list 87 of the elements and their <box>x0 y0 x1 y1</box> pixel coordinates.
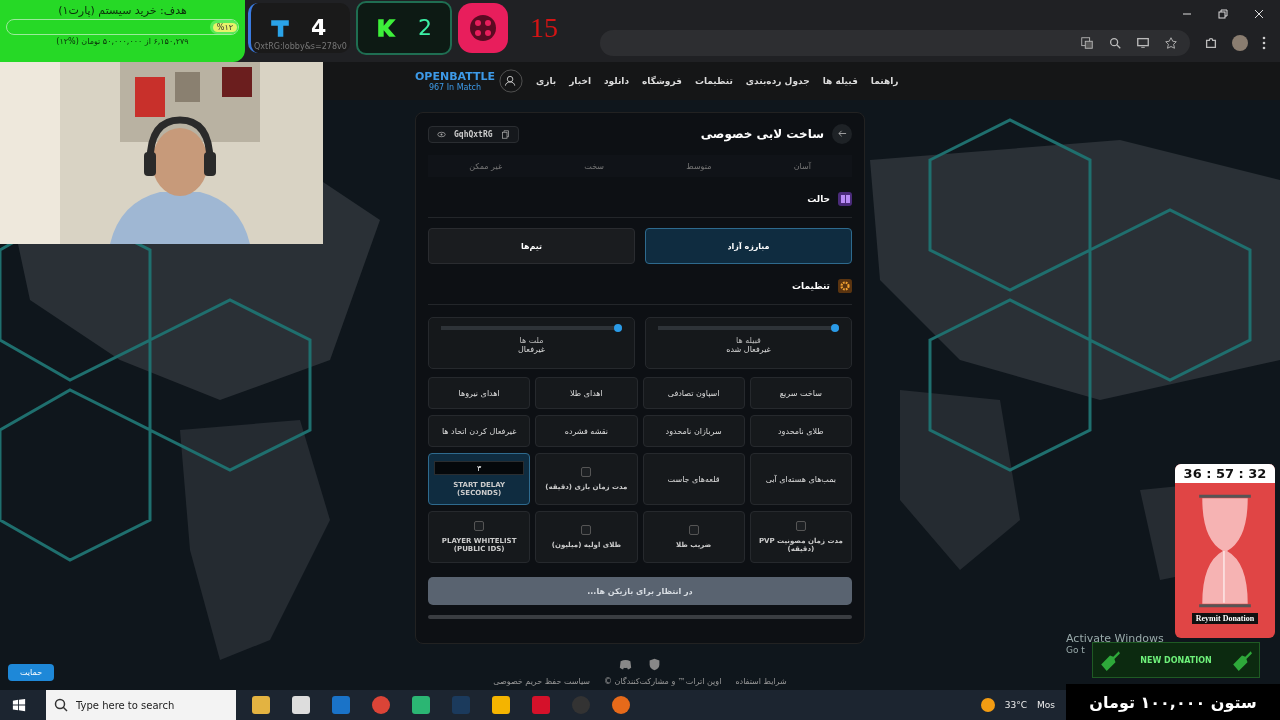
zoom-icon[interactable] <box>1108 36 1122 50</box>
difficulty-option[interactable]: سخت <box>578 155 611 177</box>
gear-icon <box>838 279 852 293</box>
slider-value: غیرفعال شده <box>726 345 771 354</box>
footer-link[interactable]: شرایط استفاده <box>735 677 787 686</box>
option-toggle[interactable]: بمب‌های هسته‌ای آبی <box>749 453 852 505</box>
slider[interactable] <box>441 324 622 332</box>
option-toggle[interactable]: ساخت سریع <box>749 377 852 409</box>
slider-label: ملت ها <box>519 336 544 345</box>
puzzle-icon[interactable] <box>1204 36 1218 50</box>
copy-icon[interactable] <box>500 129 510 139</box>
option-toggle[interactable]: اهدای طلا <box>535 377 638 409</box>
slider-label: قبیله ها <box>736 336 761 345</box>
countdown-time: 36 : 57 : 32 <box>1175 464 1275 483</box>
monitor-icon[interactable] <box>1136 36 1150 50</box>
checkbox[interactable] <box>581 467 592 477</box>
checkbox[interactable] <box>795 521 806 531</box>
in-match-count: 967 In Match <box>428 83 482 92</box>
menu-icon[interactable] <box>1262 36 1266 50</box>
weather-text: Mos <box>1037 700 1055 710</box>
option-toggle[interactable]: قلعه‌های جاست <box>642 453 745 505</box>
back-button[interactable] <box>832 124 852 144</box>
letter-k-icon <box>376 16 398 39</box>
shield-icon[interactable] <box>648 658 661 671</box>
arrow-icon[interactable] <box>837 129 847 138</box>
counter-value: 4 <box>311 15 327 40</box>
timer-caption: Reymit Donation <box>1191 613 1259 624</box>
counter-value: 15 <box>530 11 558 44</box>
support-button[interactable]: حمایت <box>8 664 55 681</box>
nav-link[interactable]: راهنما <box>870 76 899 86</box>
temperature: 33°C <box>1004 700 1028 710</box>
mode-tab[interactable]: مبارزه آزاد <box>645 228 852 264</box>
scrollbar[interactable] <box>428 615 852 619</box>
nav-link[interactable]: بازی <box>535 76 557 86</box>
activation-notice: Go t <box>1066 645 1086 655</box>
dialog-title: ساخت لابی خصوصی <box>700 127 824 141</box>
checkbox[interactable] <box>474 521 485 531</box>
section-title: حالت <box>807 194 830 204</box>
url-fragment: QxtRG:lobby&s=278v0 <box>254 41 347 51</box>
star-icon[interactable] <box>1164 36 1178 50</box>
discord-icon[interactable] <box>619 658 632 671</box>
eye-icon[interactable] <box>437 129 446 139</box>
nav-link[interactable]: اخبار <box>569 76 591 86</box>
nav-link[interactable]: فروشگاه <box>642 76 682 86</box>
goal-amount: ۶,۱۵۰,۲۷۹ از ۵۰,۰۰۰,۰۰۰ تومان (%۱۲) <box>56 37 189 46</box>
windows-icon[interactable] <box>12 698 26 712</box>
mode-tab[interactable]: تیم‌ها <box>428 228 635 264</box>
option-toggle[interactable]: نقشه فشرده <box>535 415 638 447</box>
dice-icon <box>458 2 508 53</box>
waiting-button[interactable]: در انتظار برای بازیکن ها... <box>428 577 852 605</box>
user-icon[interactable] <box>498 69 523 93</box>
nav-link[interactable]: جدول رده‌بندی <box>745 76 810 86</box>
activation-notice: Activate Windows <box>1066 632 1164 645</box>
checkbox[interactable] <box>581 525 592 535</box>
goal-title: هدف: خرید سیستم (پارت۱) <box>58 4 187 17</box>
counter-value: 2 <box>418 15 432 40</box>
lobby-code-button[interactable]: GqhQxtRG <box>428 125 519 143</box>
nav-link[interactable]: قبیله ها <box>822 76 858 86</box>
goal-percent: %۱۲ <box>212 22 237 32</box>
slider[interactable] <box>658 324 839 332</box>
footer-link[interactable]: سیاست حفظ حریم خصوصی <box>493 677 590 686</box>
profile-avatar[interactable] <box>1232 35 1248 51</box>
search-icon[interactable] <box>46 690 76 720</box>
donation-label: NEW DONATION <box>1140 655 1212 665</box>
translate-icon[interactable] <box>1080 36 1094 50</box>
difficulty-option[interactable]: متوسط <box>680 155 718 177</box>
difficulty-option[interactable]: غیر ممکن <box>463 155 509 177</box>
search-field[interactable]: Type here to search <box>76 690 236 720</box>
checkbox[interactable] <box>688 525 699 535</box>
donation-total: ستون ۱۰۰,۰۰۰ تومان <box>1066 684 1280 720</box>
section-title: تنظیمات <box>792 281 830 291</box>
browser-icon[interactable] <box>612 696 630 714</box>
nav-link[interactable]: تنظیمات <box>694 76 733 86</box>
footer-link[interactable]: اوپن اترات™ و مشارکت‌کنندگان © <box>604 677 722 686</box>
option-toggle[interactable]: اهدای نیروها <box>428 377 531 409</box>
site-logo[interactable]: OPENBATTLE <box>415 70 495 83</box>
option-toggle[interactable]: غیرفعال کردن اتحاد ها <box>428 415 531 447</box>
nav-link[interactable]: دانلود <box>604 76 629 86</box>
slider-value: غیرفعال <box>518 345 545 354</box>
weather-icon <box>980 698 995 712</box>
difficulty-option[interactable]: آسان <box>787 155 817 177</box>
option-toggle[interactable]: طلای نامحدود <box>749 415 852 447</box>
option-toggle[interactable]: اسپاون تصادفی <box>642 377 745 409</box>
browser-icon[interactable] <box>372 696 390 714</box>
number-field[interactable]: ۳ <box>434 461 525 475</box>
option-toggle[interactable]: سربازان نامحدود <box>642 415 745 447</box>
mode-icon <box>838 192 852 206</box>
